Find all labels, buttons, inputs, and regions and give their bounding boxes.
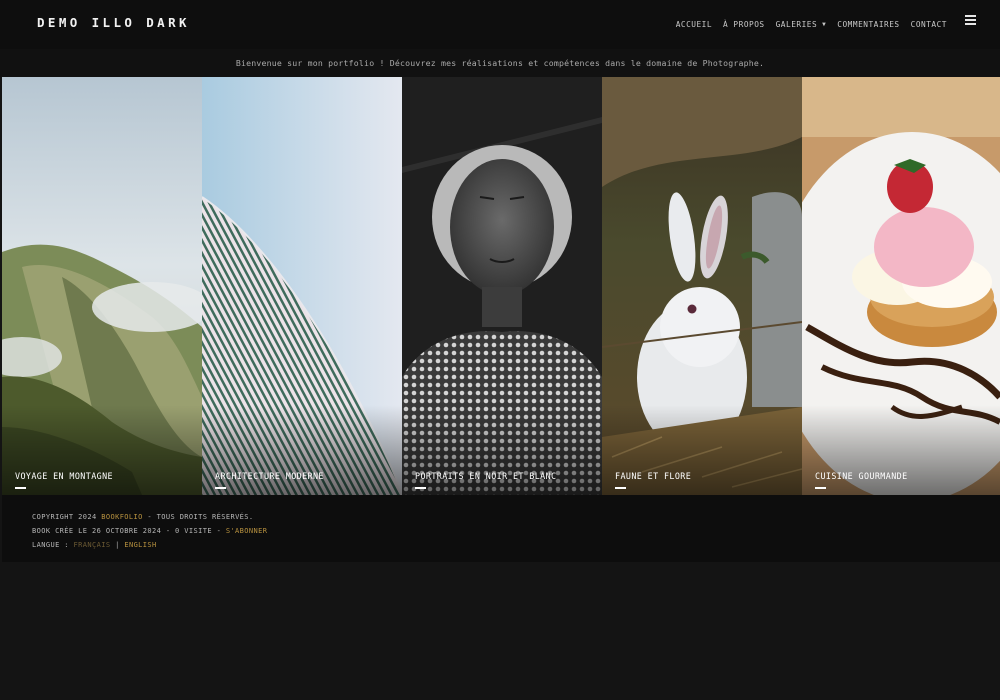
site-logo[interactable]: DEMO ILLO DARK xyxy=(37,15,190,30)
lang-en-link[interactable]: ENGLISH xyxy=(124,541,156,549)
caption-underline xyxy=(15,487,26,489)
nav-item-accueil[interactable]: ACCUEIL xyxy=(676,20,712,29)
caption-underline xyxy=(615,487,626,489)
copyright-text: COPYRIGHT 2024 xyxy=(32,513,97,521)
welcome-message: Bienvenue sur mon portfolio ! Découvrez … xyxy=(0,49,1000,77)
gallery-grid: VOYAGE EN MONTAGNE ARCHITECTURE MODERNE xyxy=(2,77,1000,495)
lang-separator: | xyxy=(115,541,120,549)
chevron-down-icon: ▼ xyxy=(822,21,827,28)
nav-item-galeries[interactable]: GALERIES ▼ xyxy=(776,20,827,29)
nav-item-contact[interactable]: CONTACT xyxy=(911,20,947,29)
nav-item-commentaires[interactable]: COMMENTAIRES xyxy=(837,20,899,29)
bookfolio-link[interactable]: BOOKFOLIO xyxy=(101,513,143,521)
gallery-caption: CUISINE GOURMANDE xyxy=(815,471,908,481)
gallery-caption: VOYAGE EN MONTAGNE xyxy=(15,471,113,481)
site-footer: COPYRIGHT 2024 BOOKFOLIO - TOUS DROITS R… xyxy=(2,495,1000,562)
gallery-tile-portraits[interactable]: PORTRAITS EN NOIR ET BLANC xyxy=(402,77,602,495)
caption-underline xyxy=(415,487,426,489)
gallery-tile-architecture[interactable]: ARCHITECTURE MODERNE xyxy=(202,77,402,495)
nav-item-galeries-label: GALERIES xyxy=(775,20,818,29)
site-header: DEMO ILLO DARK ACCUEIL À PROPOS GALERIES… xyxy=(0,0,1000,49)
hamburger-icon[interactable] xyxy=(965,15,976,25)
gallery-tile-montagne[interactable]: VOYAGE EN MONTAGNE xyxy=(2,77,202,495)
gallery-caption: ARCHITECTURE MODERNE xyxy=(215,471,324,481)
gallery-tile-faune[interactable]: FAUNE ET FLORE xyxy=(602,77,802,495)
caption-underline xyxy=(215,487,226,489)
lang-fr-link[interactable]: FRANÇAIS xyxy=(74,541,111,549)
gallery-tile-cuisine[interactable]: CUISINE GOURMANDE xyxy=(802,77,1000,495)
gallery-caption: PORTRAITS EN NOIR ET BLANC xyxy=(415,471,557,481)
subscribe-link[interactable]: S'ABONNER xyxy=(226,527,268,535)
created-text: BOOK CRÉE LE 26 OCTOBRE 2024 - 0 VISITE … xyxy=(32,527,222,535)
rights-text: - TOUS DROITS RÉSERVÉS. xyxy=(147,513,254,521)
caption-underline xyxy=(815,487,826,489)
footer-language: LANGUE : FRANÇAIS | ENGLISH xyxy=(32,541,157,549)
language-label: LANGUE : xyxy=(32,541,69,549)
gallery-caption: FAUNE ET FLORE xyxy=(615,471,692,481)
nav-item-a-propos[interactable]: À PROPOS xyxy=(723,20,765,29)
footer-created: BOOK CRÉE LE 26 OCTOBRE 2024 - 0 VISITE … xyxy=(32,527,267,535)
footer-copyright: COPYRIGHT 2024 BOOKFOLIO - TOUS DROITS R… xyxy=(32,513,254,521)
main-nav: ACCUEIL À PROPOS GALERIES ▼ COMMENTAIRES … xyxy=(676,20,947,29)
